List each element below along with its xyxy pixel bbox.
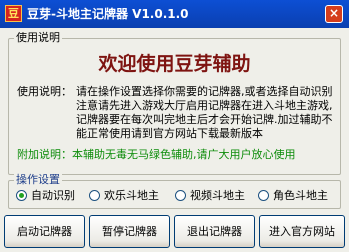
radio-auto-detect[interactable]: 自动识别 xyxy=(16,189,75,203)
title-bar[interactable]: 豆 豆芽-斗地主记牌器 V1.0.1.0 × xyxy=(0,0,349,28)
pause-tracker-button[interactable]: 暂停记牌器 xyxy=(89,215,170,248)
radio-dot xyxy=(16,190,27,201)
radio-label: 欢乐斗地主 xyxy=(104,189,159,202)
additional-note: 附加说明：本辅助无毒无马绿色辅助,请广大用户放心使用 xyxy=(17,148,296,161)
settings-group-title: 操作设置 xyxy=(14,173,62,187)
radio-label: 角色斗地主 xyxy=(273,189,328,202)
radio-label: 自动识别 xyxy=(31,189,75,202)
radio-dot xyxy=(258,190,269,201)
exit-tracker-button[interactable]: 退出记牌器 xyxy=(174,215,255,248)
welcome-heading: 欢迎使用豆芽辅助 xyxy=(98,53,251,75)
app-icon: 豆 xyxy=(5,5,22,22)
usage-group-title: 使用说明 xyxy=(14,31,62,45)
usage-group: 使用说明 欢迎使用豆芽辅助 使用说明： 请在操作设置选择你需要的记牌器,或者选择… xyxy=(8,31,341,175)
usage-text: 请在操作设置选择你需要的记牌器,或者选择自动识别注意请先进入游戏大厅启用记牌器在… xyxy=(76,85,333,140)
radio-happy-landlord[interactable]: 欢乐斗地主 xyxy=(89,189,159,203)
radio-label: 视频斗地主 xyxy=(190,189,245,202)
start-tracker-button[interactable]: 启动记牌器 xyxy=(4,215,85,248)
usage-label: 使用说明： xyxy=(17,85,72,98)
close-button[interactable]: × xyxy=(325,5,343,23)
radio-video-landlord[interactable]: 视频斗地主 xyxy=(175,189,245,203)
radio-dot xyxy=(89,190,100,201)
radio-dot xyxy=(175,190,186,201)
official-website-button[interactable]: 进入官方网站 xyxy=(259,215,345,248)
radio-role-landlord[interactable]: 角色斗地主 xyxy=(258,189,328,203)
window-title: 豆芽-斗地主记牌器 V1.0.1.0 xyxy=(27,7,189,21)
